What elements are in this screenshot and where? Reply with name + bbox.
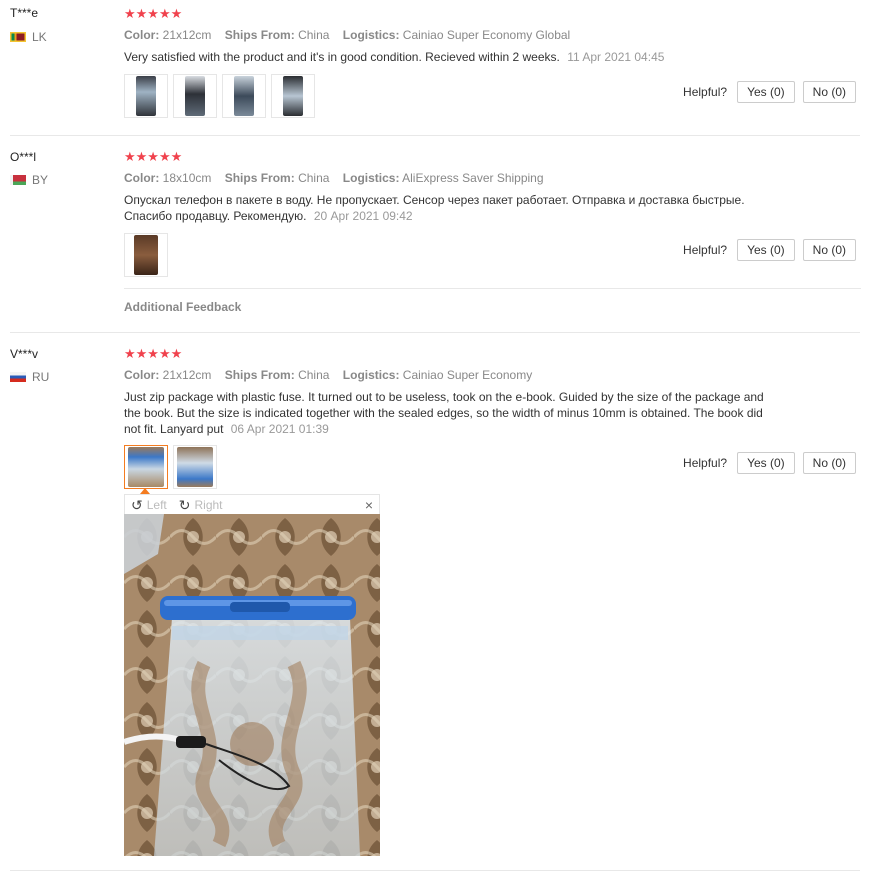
country-code: LK: [32, 30, 47, 44]
helpful-yes-button[interactable]: Yes (0): [737, 452, 795, 474]
helpful-yes-button[interactable]: Yes (0): [737, 239, 795, 261]
country-code: BY: [32, 173, 49, 187]
review-body: Just zip package with plastic fuse. It t…: [124, 390, 764, 436]
review-photo-large: [124, 514, 380, 856]
review-body: Опускал телефон в пакете в воду. Не проп…: [124, 193, 745, 223]
color-label: Color:: [124, 368, 160, 382]
helpful-label: Helpful?: [683, 243, 728, 257]
logistics-label: Logistics:: [342, 28, 400, 42]
color-label: Color:: [124, 28, 160, 42]
rotate-left-button[interactable]: ↺ Left: [131, 498, 167, 512]
helpful-label: Helpful?: [683, 85, 728, 99]
helpful-no-button[interactable]: No (0): [802, 81, 856, 103]
color-value: 18x10cm: [162, 171, 212, 185]
flag-lk-icon: [10, 32, 26, 42]
ships-from-label: Ships From:: [224, 368, 295, 382]
logistics-label: Logistics:: [342, 171, 400, 185]
review-divider: [10, 870, 860, 871]
ships-from-value: China: [298, 171, 330, 185]
review-meta: Color: 21x12cm Ships From: China Logisti…: [124, 368, 532, 382]
review-photo-thumb[interactable]: [222, 74, 266, 118]
star-rating: ★★★★★: [124, 149, 183, 164]
color-value: 21x12cm: [162, 28, 212, 42]
photo-image: [124, 514, 380, 856]
reviewer-country: LK: [10, 30, 47, 44]
review-text: Very satisfied with the product and it's…: [124, 49, 764, 65]
review-date: 06 Apr 2021 01:39: [230, 422, 329, 436]
review-date: 11 Apr 2021 04:45: [567, 50, 665, 64]
star-rating: ★★★★★: [124, 6, 183, 21]
helpful-controls: Helpful? Yes (0) No (0): [683, 81, 856, 103]
viewer-pointer: [140, 488, 150, 494]
review-photo-thumb[interactable]: [173, 445, 217, 489]
review-meta: Color: 21x12cm Ships From: China Logisti…: [124, 28, 570, 42]
review-photo-thumb[interactable]: [124, 74, 168, 118]
review-photo-thumb[interactable]: [271, 74, 315, 118]
helpful-label: Helpful?: [683, 456, 728, 470]
color-value: 21x12cm: [162, 368, 212, 382]
rotate-right-label: Right: [194, 497, 223, 512]
review-divider: [10, 332, 860, 333]
flag-ru-icon: [10, 372, 26, 382]
star-rating: ★★★★★: [124, 346, 183, 361]
feedback-divider: [124, 288, 861, 289]
rotate-right-button[interactable]: ↻ Right: [179, 498, 223, 512]
reviewer-name: T***e: [10, 6, 39, 20]
rotate-left-label: Left: [146, 497, 167, 512]
viewer-toolbar: ↺ Left ↻ Right ×: [124, 494, 380, 514]
rotate-right-icon: ↻: [178, 496, 191, 513]
logistics-value: Cainiao Super Economy Global: [402, 28, 571, 42]
review-photo-thumb[interactable]: [173, 74, 217, 118]
review-body: Very satisfied with the product and it's…: [124, 50, 560, 64]
helpful-no-button[interactable]: No (0): [802, 239, 856, 261]
review-divider: [10, 135, 860, 136]
review-photos: [124, 445, 217, 489]
review-text: Опускал телефон в пакете в воду. Не проп…: [124, 192, 764, 224]
review-meta: Color: 18x10cm Ships From: China Logisti…: [124, 171, 544, 185]
helpful-yes-button[interactable]: Yes (0): [737, 81, 795, 103]
ships-from-value: China: [298, 28, 330, 42]
review-photos: [124, 74, 315, 118]
reviewer-country: RU: [10, 370, 49, 384]
review-photo-thumb[interactable]: [124, 233, 168, 277]
reviewer-country: BY: [10, 173, 48, 187]
review-photos: [124, 233, 168, 277]
rotate-left-icon: ↺: [131, 496, 143, 513]
ships-from-label: Ships From:: [224, 28, 295, 42]
additional-feedback-link[interactable]: Additional Feedback: [124, 300, 241, 314]
flag-by-icon: [10, 175, 26, 185]
ships-from-value: China: [298, 368, 330, 382]
reviewer-name: O***l: [10, 150, 37, 164]
reviewer-name: V***v: [10, 347, 39, 361]
review-photo-thumb-selected[interactable]: [124, 445, 168, 489]
ships-from-label: Ships From:: [224, 171, 295, 185]
review-text: Just zip package with plastic fuse. It t…: [124, 389, 764, 437]
color-label: Color:: [124, 171, 160, 185]
helpful-no-button[interactable]: No (0): [802, 452, 856, 474]
logistics-label: Logistics:: [342, 368, 400, 382]
country-code: RU: [32, 370, 50, 384]
helpful-controls: Helpful? Yes (0) No (0): [683, 452, 856, 474]
review-date: 20 Apr 2021 09:42: [313, 209, 413, 223]
logistics-value: Cainiao Super Economy: [402, 368, 533, 382]
close-icon[interactable]: ×: [365, 497, 373, 513]
photo-viewer: ↺ Left ↻ Right ×: [124, 488, 380, 856]
logistics-value: AliExpress Saver Shipping: [402, 171, 544, 185]
helpful-controls: Helpful? Yes (0) No (0): [683, 239, 856, 261]
